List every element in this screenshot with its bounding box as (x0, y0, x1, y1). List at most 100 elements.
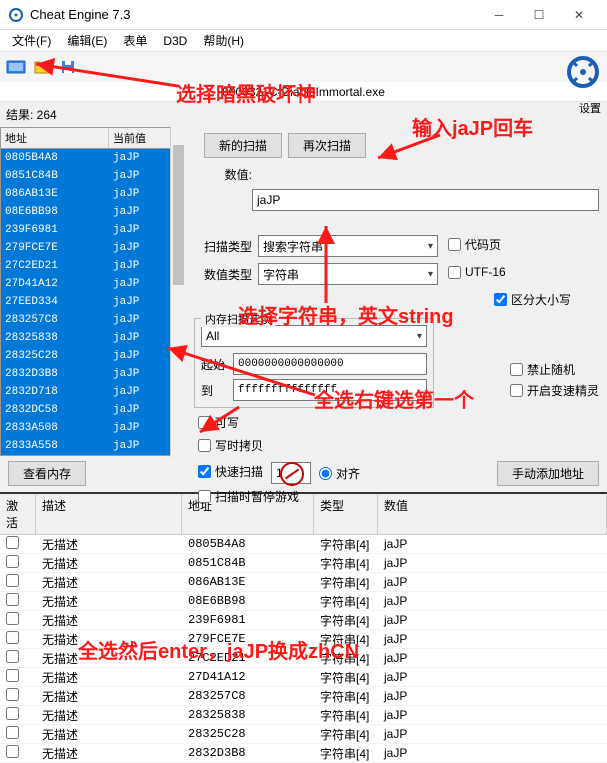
address-row[interactable]: 无描述28325838字符串[4]jaJP (0, 706, 607, 725)
activate-checkbox[interactable] (6, 669, 19, 682)
activate-checkbox[interactable] (6, 631, 19, 644)
result-row[interactable]: 0851C84BjaJP (1, 167, 185, 185)
settings-link[interactable]: 设置 (579, 100, 601, 116)
maximize-button[interactable]: ☐ (519, 0, 559, 30)
row-addr: 283257C8 (182, 689, 314, 703)
result-row[interactable]: 0805B4A8jaJP (1, 149, 185, 167)
titlebar: Cheat Engine 7.3 ─ ☐ ✕ (0, 0, 607, 30)
result-row[interactable]: 08E6BB98jaJP (1, 203, 185, 221)
view-memory-button[interactable]: 查看内存 (8, 461, 86, 486)
results-scrollbar[interactable] (170, 127, 186, 457)
pause-on-scan-checkbox[interactable] (198, 490, 211, 503)
activate-checkbox[interactable] (6, 612, 19, 625)
new-scan-button[interactable]: 新的扫描 (204, 133, 282, 158)
search-value-input[interactable] (252, 189, 599, 211)
result-row[interactable]: 28325838jaJP (1, 329, 185, 347)
col-description[interactable]: 描述 (36, 494, 182, 534)
result-row[interactable]: 283257C8jaJP (1, 311, 185, 329)
menu-edit[interactable]: 编辑(E) (59, 30, 115, 51)
start-address-input[interactable] (233, 353, 427, 375)
mem-range-combo[interactable]: All▾ (201, 325, 427, 347)
app-icon (8, 7, 24, 23)
activate-checkbox[interactable] (6, 745, 19, 758)
menu-table[interactable]: 表单 (115, 30, 155, 51)
row-addr: 086AB13E (182, 575, 314, 589)
result-row[interactable]: 2833A558jaJP (1, 437, 185, 455)
activate-checkbox[interactable] (6, 688, 19, 701)
address-row[interactable]: 无描述0851C84B字符串[4]jaJP (0, 554, 607, 573)
col-activate[interactable]: 激活 (0, 494, 36, 534)
menu-file[interactable]: 文件(F) (4, 30, 59, 51)
pause-on-scan-label: 扫描时暂停游戏 (215, 488, 299, 505)
start-label: 起始 (201, 356, 229, 373)
next-scan-button[interactable]: 再次扫描 (288, 133, 366, 158)
close-button[interactable]: ✕ (559, 0, 599, 30)
address-row[interactable]: 无描述28325C28字符串[4]jaJP (0, 725, 607, 744)
address-row[interactable]: 无描述0805B4A8字符串[4]jaJP (0, 535, 607, 554)
col-address[interactable]: 地址 (1, 128, 109, 148)
result-row[interactable]: 28325C28jaJP (1, 347, 185, 365)
speedhack-checkbox[interactable] (510, 384, 523, 397)
activate-checkbox[interactable] (6, 707, 19, 720)
address-row[interactable]: 无描述27D41A12字符串[4]jaJP (0, 668, 607, 687)
align-radio[interactable] (319, 467, 332, 480)
results-list[interactable]: 地址 当前值 0805B4A8jaJP0851C84BjaJP086AB13Ej… (0, 127, 186, 456)
result-row[interactable]: 27EED334jaJP (1, 293, 185, 311)
result-row[interactable]: 27C2ED21jaJP (1, 257, 185, 275)
open-process-button[interactable] (4, 55, 28, 79)
save-button[interactable] (56, 55, 80, 79)
activate-checkbox[interactable] (6, 555, 19, 568)
activate-checkbox[interactable] (6, 593, 19, 606)
case-sensitive-checkbox[interactable] (494, 293, 507, 306)
address-row[interactable]: 无描述2832D3B8字符串[4]jaJP (0, 744, 607, 763)
no-random-checkbox[interactable] (510, 363, 523, 376)
cow-checkbox[interactable] (198, 439, 211, 452)
result-addr: 086AB13E (1, 188, 109, 200)
result-row[interactable]: 27D41A12jaJP (1, 275, 185, 293)
activate-checkbox[interactable] (6, 536, 19, 549)
activate-checkbox[interactable] (6, 726, 19, 739)
row-addr: 279FCE7E (182, 632, 314, 646)
scrollbar-thumb[interactable] (173, 145, 184, 285)
stop-icon[interactable] (280, 462, 304, 486)
address-row[interactable]: 无描述283257C8字符串[4]jaJP (0, 687, 607, 706)
row-type: 字符串[4] (314, 612, 378, 629)
row-addr: 08E6BB98 (182, 594, 314, 608)
result-row[interactable]: 279FCE7EjaJP (1, 239, 185, 257)
to-label: 到 (201, 382, 229, 399)
address-list-table[interactable]: 激活 描述 地址 类型 数值 无描述0805B4A8字符串[4]jaJP无描述0… (0, 492, 607, 763)
result-row[interactable]: 239F6981jaJP (1, 221, 185, 239)
utf16-checkbox[interactable] (448, 266, 461, 279)
activate-checkbox[interactable] (6, 574, 19, 587)
writable-checkbox[interactable] (198, 416, 211, 429)
result-addr: 27D41A12 (1, 278, 109, 290)
address-row[interactable]: 无描述279FCE7E字符串[4]jaJP (0, 630, 607, 649)
fast-scan-checkbox[interactable] (198, 465, 211, 478)
open-file-button[interactable] (30, 55, 54, 79)
menu-help[interactable]: 帮助(H) (195, 30, 252, 51)
row-type: 字符串[4] (314, 555, 378, 572)
activate-checkbox[interactable] (6, 650, 19, 663)
value-type-combo[interactable]: 字符串▾ (258, 263, 438, 285)
result-row[interactable]: 2832D718jaJP (1, 383, 185, 401)
case-sensitive-label: 区分大小写 (511, 291, 571, 308)
result-row[interactable]: 2832D3B8jaJP (1, 365, 185, 383)
fast-scan-label: 快速扫描 (215, 463, 263, 480)
row-val: jaJP (378, 613, 607, 627)
address-row[interactable]: 无描述08E6BB98字符串[4]jaJP (0, 592, 607, 611)
result-addr: 2832D3B8 (1, 368, 109, 380)
ce-logo (563, 52, 603, 95)
row-desc: 无描述 (36, 650, 182, 667)
result-row[interactable]: 2832DC58jaJP (1, 401, 185, 419)
result-row[interactable]: 2833A508jaJP (1, 419, 185, 437)
codepage-checkbox[interactable] (448, 238, 461, 251)
scan-type-combo[interactable]: 搜索字符串▾ (258, 235, 438, 257)
address-row[interactable]: 无描述27C2ED21字符串[4]jaJP (0, 649, 607, 668)
end-address-input[interactable] (233, 379, 427, 401)
minimize-button[interactable]: ─ (479, 0, 519, 30)
row-addr: 28325838 (182, 708, 314, 722)
result-row[interactable]: 086AB13EjaJP (1, 185, 185, 203)
address-row[interactable]: 无描述086AB13E字符串[4]jaJP (0, 573, 607, 592)
address-row[interactable]: 无描述239F6981字符串[4]jaJP (0, 611, 607, 630)
menu-d3d[interactable]: D3D (155, 32, 195, 50)
